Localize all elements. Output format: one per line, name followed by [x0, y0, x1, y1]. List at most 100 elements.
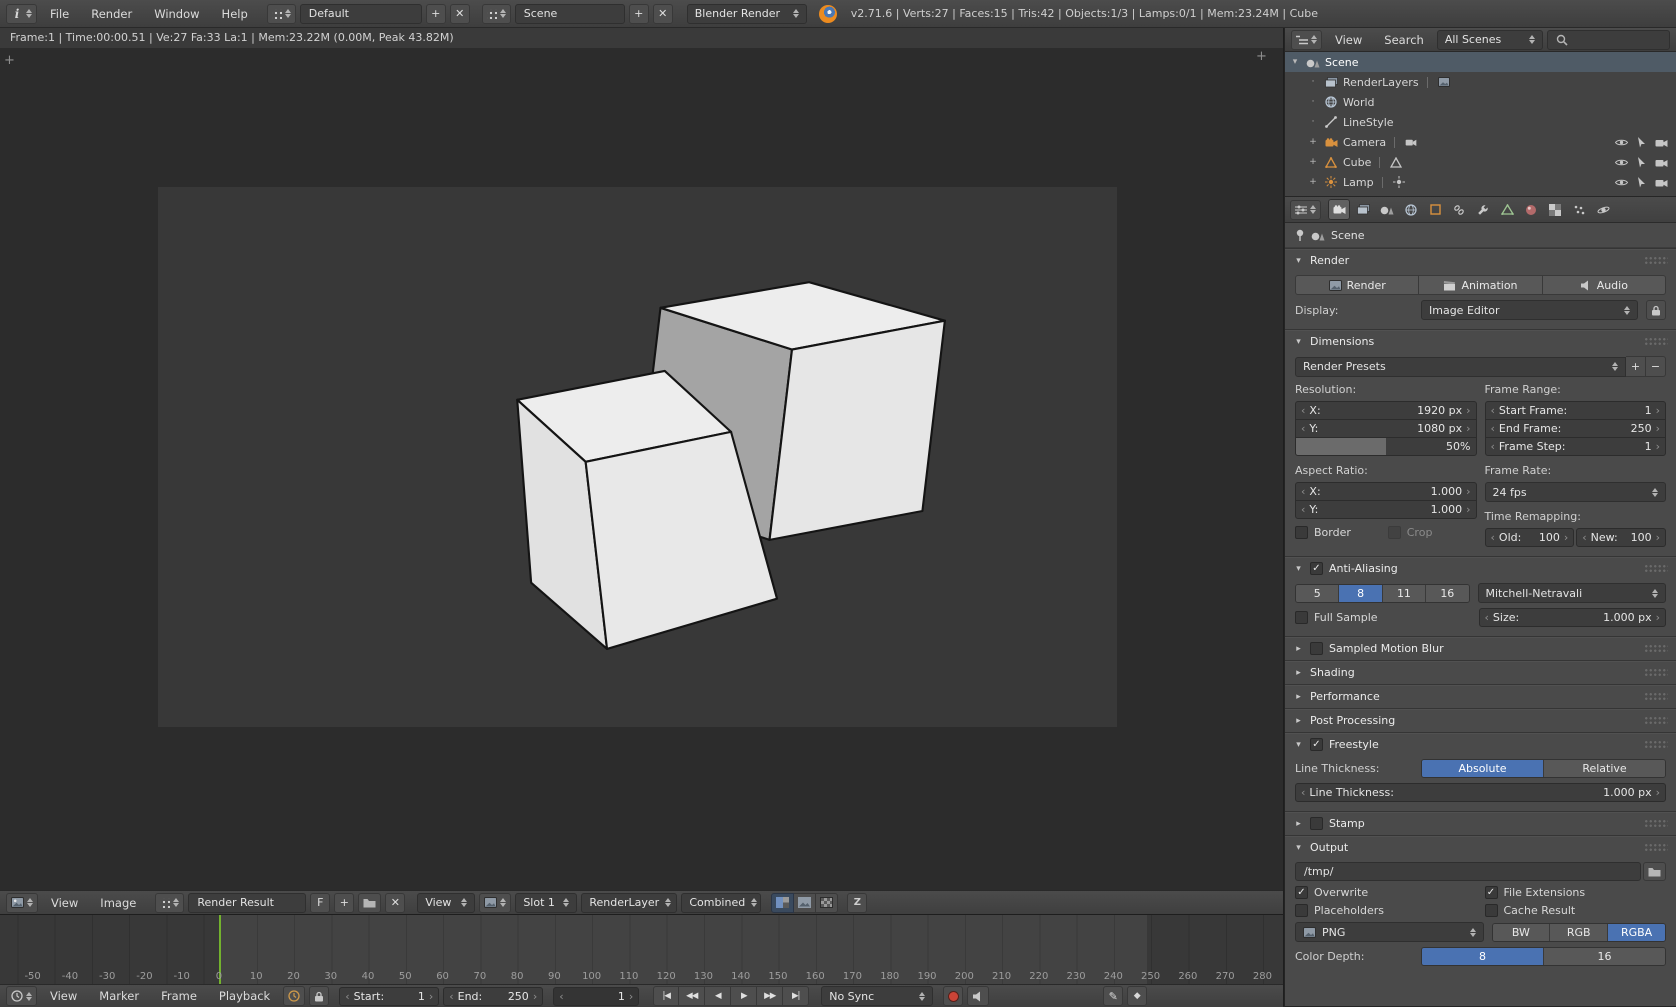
menu-frame[interactable]: Frame: [152, 986, 206, 1006]
prev-keyframe-button[interactable]: ◀◀: [679, 986, 706, 1006]
outliner-row-camera[interactable]: + Camera: [1285, 132, 1676, 152]
aspect-y-field[interactable]: Y: 1.000: [1295, 500, 1477, 519]
play-reverse-button[interactable]: ◀: [705, 986, 732, 1006]
aa-filter-dropdown[interactable]: Mitchell-Netravali: [1477, 583, 1666, 603]
color-mode-bw-button[interactable]: BW: [1492, 923, 1551, 941]
aspect-x-field[interactable]: X: 1.000: [1295, 482, 1477, 501]
disclosure-triangle[interactable]: [1293, 716, 1304, 726]
file-extensions-checkbox[interactable]: File Extensions: [1484, 886, 1667, 899]
next-keyframe-button[interactable]: ▶▶: [757, 986, 784, 1006]
draw-rgba-button[interactable]: [771, 892, 795, 913]
visibility-eye-icon[interactable]: [1615, 158, 1628, 167]
editor-type-select-image[interactable]: [6, 892, 38, 913]
add-layout-button[interactable]: +: [425, 3, 446, 24]
aa-samples-16[interactable]: 16: [1426, 584, 1469, 602]
new-image-button[interactable]: +: [334, 892, 355, 913]
aa-samples-5[interactable]: 5: [1296, 584, 1340, 602]
disclosure-triangle[interactable]: [1293, 256, 1304, 266]
editor-type-select-outliner[interactable]: [1291, 29, 1322, 50]
slot-dropdown[interactable]: Slot 1: [515, 892, 578, 913]
thickness-absolute-button[interactable]: Absolute: [1422, 760, 1544, 777]
tab-material[interactable]: [1520, 199, 1542, 220]
color-mode-rgb-button[interactable]: RGB: [1550, 923, 1609, 941]
disclosure-triangle[interactable]: [1293, 843, 1304, 853]
depth-8-button[interactable]: 8: [1422, 948, 1544, 965]
panel-drag-grip[interactable]: [1644, 740, 1668, 749]
disclosure-triangle[interactable]: [1293, 819, 1304, 829]
aa-samples-8[interactable]: 8: [1339, 584, 1383, 602]
disclosure-triangle[interactable]: [1293, 692, 1304, 702]
aa-size-field[interactable]: Size: 1.000 px: [1478, 608, 1666, 627]
area-split-handle[interactable]: +: [1256, 50, 1267, 63]
layout-name-field[interactable]: Default: [299, 3, 422, 24]
panel-drag-grip[interactable]: [1644, 256, 1668, 265]
render-animation-button[interactable]: Animation: [1419, 275, 1543, 295]
lock-interface-button[interactable]: [1646, 300, 1666, 320]
menu-search[interactable]: Search: [1375, 30, 1433, 50]
renderability-camera-icon[interactable]: [1655, 138, 1668, 147]
panel-drag-grip[interactable]: [1644, 716, 1668, 725]
area-split-handle[interactable]: +: [4, 54, 15, 67]
tab-particles[interactable]: [1568, 199, 1590, 220]
resolution-percentage-slider[interactable]: 50%: [1295, 437, 1477, 456]
browse-images-button[interactable]: [155, 892, 185, 913]
panel-drag-grip[interactable]: [1644, 819, 1668, 828]
visibility-eye-icon[interactable]: [1615, 178, 1628, 187]
resolution-y-field[interactable]: Y: 1080 px: [1295, 419, 1477, 438]
motion-blur-enable-checkbox[interactable]: [1310, 642, 1323, 655]
frame-rate-dropdown[interactable]: 24 fps: [1484, 482, 1666, 502]
menu-render[interactable]: Render: [82, 4, 141, 24]
end-frame-field[interactable]: End: 250: [443, 986, 544, 1006]
selectability-cursor-icon[interactable]: [1637, 136, 1646, 148]
expand-plus[interactable]: +: [1307, 157, 1319, 167]
start-frame-field[interactable]: Start: 1: [339, 986, 440, 1006]
overwrite-checkbox[interactable]: Overwrite: [1295, 886, 1477, 899]
outliner-row-linestyle[interactable]: · LineStyle: [1285, 112, 1676, 132]
pin-icon[interactable]: [1295, 229, 1305, 242]
menu-view[interactable]: View: [42, 893, 87, 913]
menu-file[interactable]: File: [41, 4, 78, 24]
unlink-image-button[interactable]: ✕: [385, 892, 406, 913]
render-audio-button[interactable]: Audio: [1542, 275, 1666, 295]
tab-render-layers[interactable]: [1352, 199, 1374, 220]
disclosure-triangle[interactable]: [1293, 564, 1304, 574]
panel-drag-grip[interactable]: [1644, 668, 1668, 677]
render-still-button[interactable]: Render: [1295, 275, 1420, 295]
panel-header-sampled-motion-blur[interactable]: Sampled Motion Blur: [1285, 636, 1676, 660]
outliner-row-cube[interactable]: + Cube: [1285, 152, 1676, 172]
editor-type-select-timeline[interactable]: [6, 986, 37, 1006]
menu-marker[interactable]: Marker: [90, 986, 148, 1006]
render-pass-dropdown[interactable]: Combined: [681, 892, 762, 913]
insert-keyframe-button[interactable]: ◆: [1127, 986, 1148, 1006]
menu-playback[interactable]: Playback: [210, 986, 279, 1006]
renderability-camera-icon[interactable]: [1655, 178, 1668, 187]
selectability-cursor-icon[interactable]: [1637, 176, 1646, 188]
panel-header-freestyle[interactable]: Freestyle: [1285, 732, 1676, 756]
start-frame-field[interactable]: Start Frame: 1: [1484, 401, 1666, 420]
disclosure-triangle[interactable]: [1293, 740, 1304, 750]
outliner-row-lamp[interactable]: + Lamp: [1285, 172, 1676, 192]
disclosure-triangle[interactable]: [1293, 644, 1304, 654]
current-frame-field[interactable]: 1: [553, 986, 640, 1006]
resolution-x-field[interactable]: X: 1920 px: [1295, 401, 1477, 420]
panel-header-performance[interactable]: Performance: [1285, 684, 1676, 708]
outliner-row-world[interactable]: · World: [1285, 92, 1676, 112]
add-preset-button[interactable]: +: [1626, 356, 1646, 377]
outliner-row-renderlayers[interactable]: · RenderLayers: [1285, 72, 1676, 92]
render-engine-dropdown[interactable]: Blender Render: [686, 3, 807, 24]
delete-scene-button[interactable]: ✕: [652, 3, 673, 24]
draw-alpha-button[interactable]: [816, 892, 839, 913]
audio-mute-button[interactable]: [967, 986, 990, 1006]
panel-drag-grip[interactable]: [1644, 564, 1668, 573]
timeline-track[interactable]: -50 -40 -30 -20 -10 0 10 20 30 40 50 60 70 80 90 100 110…: [0, 915, 1283, 984]
menu-image[interactable]: Image: [91, 893, 145, 913]
crop-checkbox[interactable]: Crop: [1387, 526, 1477, 539]
selectability-cursor-icon[interactable]: [1637, 156, 1646, 168]
line-thickness-field[interactable]: Line Thickness: 1.000 px: [1295, 783, 1666, 802]
draw-zbuffer-button[interactable]: Z: [847, 892, 868, 913]
antialiasing-enable-checkbox[interactable]: [1310, 562, 1323, 575]
tab-modifiers[interactable]: [1472, 199, 1494, 220]
panel-header-post-processing[interactable]: Post Processing: [1285, 708, 1676, 732]
panel-drag-grip[interactable]: [1644, 644, 1668, 653]
panel-drag-grip[interactable]: [1644, 337, 1668, 346]
